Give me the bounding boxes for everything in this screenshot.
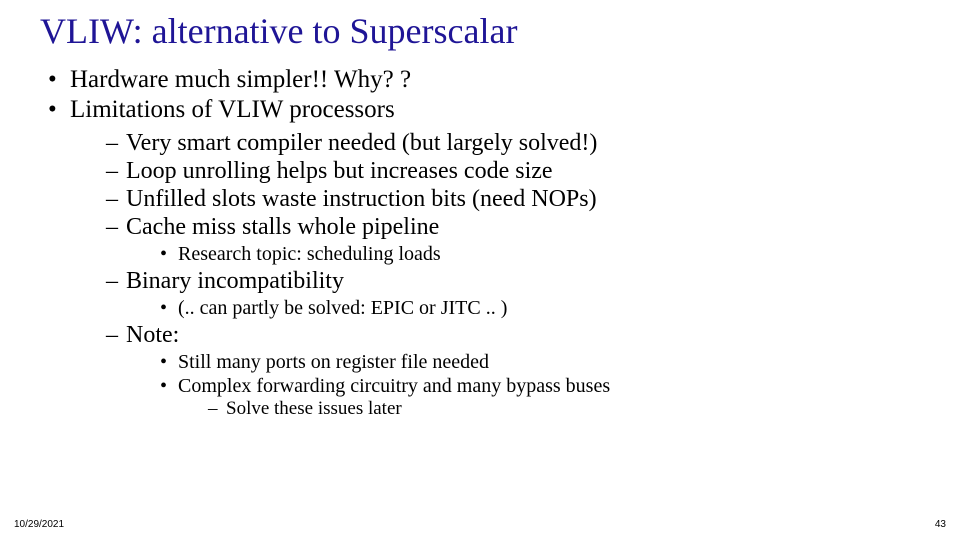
subsub-list: (.. can partly be solved: EPIC or JITC .… [160, 297, 920, 320]
subsubsub-list: Solve these issues later [208, 398, 920, 420]
subsub-list: Research topic: scheduling loads [160, 243, 920, 266]
subsubsub-item: Solve these issues later [208, 398, 920, 420]
subsub-text: Complex forwarding circuitry and many by… [178, 375, 610, 397]
subsub-item: Research topic: scheduling loads [160, 243, 920, 266]
bullet-text: Limitations of VLIW processors [70, 96, 395, 123]
bullet-item: Hardware much simpler!! Why? ? [48, 66, 920, 94]
subsub-list: Still many ports on register file needed… [160, 351, 920, 420]
sub-text: Binary incompatibility [126, 268, 344, 294]
sub-text: Cache miss stalls whole pipeline [126, 214, 439, 240]
subsub-item: Still many ports on register file needed [160, 351, 920, 374]
bullet-list: Hardware much simpler!! Why? ? Limitatio… [48, 66, 920, 420]
slide: VLIW: alternative to Superscalar Hardwar… [0, 0, 960, 540]
sub-item: Binary incompatibility (.. can partly be… [106, 268, 920, 320]
subsub-item: (.. can partly be solved: EPIC or JITC .… [160, 297, 920, 320]
bullet-item: Limitations of VLIW processors Very smar… [48, 96, 920, 420]
sub-item: Loop unrolling helps but increases code … [106, 158, 920, 185]
sub-item: Note: Still many ports on register file … [106, 322, 920, 420]
footer-page-number: 43 [935, 519, 946, 530]
sub-text: Note: [126, 322, 179, 348]
sub-item: Unfilled slots waste instruction bits (n… [106, 186, 920, 213]
subsub-item: Complex forwarding circuitry and many by… [160, 375, 920, 420]
sub-item: Very smart compiler needed (but largely … [106, 130, 920, 157]
slide-title: VLIW: alternative to Superscalar [40, 10, 920, 52]
sub-item: Cache miss stalls whole pipeline Researc… [106, 214, 920, 266]
sub-list: Very smart compiler needed (but largely … [106, 130, 920, 420]
footer-date: 10/29/2021 [14, 519, 64, 530]
